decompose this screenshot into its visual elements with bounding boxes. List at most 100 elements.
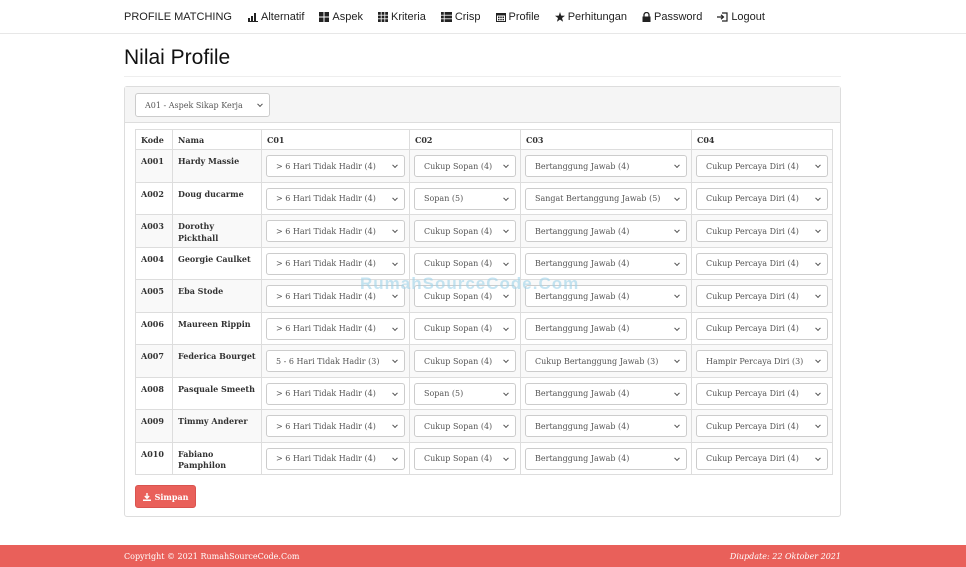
chevron-down-icon	[815, 389, 821, 396]
c01-select-value: > 6 Hari Tidak Hadir (4)	[276, 161, 376, 171]
c04-select[interactable]: Cukup Percaya Diri (4)	[696, 447, 828, 470]
cell-kode: A001	[135, 149, 173, 183]
nav-item-aspek[interactable]: Aspek	[319, 11, 363, 23]
c02-select[interactable]: Cukup Sopan (4)	[414, 415, 516, 437]
c03-select[interactable]: Bertanggung Jawab (4)	[525, 415, 687, 437]
cell-c03: Bertanggung Jawab (4)	[520, 149, 692, 183]
c02-select[interactable]: Cukup Sopan (4)	[414, 350, 516, 372]
c01-select[interactable]: > 6 Hari Tidak Hadir (4)	[266, 382, 405, 405]
c04-select[interactable]: Cukup Percaya Diri (4)	[696, 252, 828, 275]
logout-icon	[717, 11, 728, 22]
c01-select[interactable]: > 6 Hari Tidak Hadir (4)	[266, 415, 405, 437]
cell-c04: Cukup Percaya Diri (4)	[691, 279, 833, 313]
chevron-down-icon	[503, 422, 509, 429]
c03-select[interactable]: Bertanggung Jawab (4)	[525, 382, 687, 405]
aspek-select[interactable]: A01 - Aspek Sikap Kerja	[135, 93, 270, 117]
nav-item-profile[interactable]: Profile	[495, 11, 540, 23]
c02-select[interactable]: Cukup Sopan (4)	[414, 220, 516, 242]
chevron-down-icon	[815, 454, 821, 461]
save-button-label: Simpan	[154, 491, 189, 502]
cell-nama: Timmy Anderer	[172, 409, 262, 443]
chevron-down-icon	[815, 259, 821, 266]
c04-select[interactable]: Cukup Percaya Diri (4)	[696, 155, 828, 177]
footer-updated: Diupdate: 22 Oktober 2021	[729, 552, 841, 561]
cell-c02: Cukup Sopan (4)	[409, 214, 521, 248]
bar-chart-icon	[247, 12, 258, 22]
star-icon	[554, 11, 565, 22]
c03-select[interactable]: Cukup Bertanggung Jawab (3)	[525, 350, 687, 372]
c01-select-value: > 6 Hari Tidak Hadir (4)	[276, 324, 376, 333]
cell-c03: Cukup Bertanggung Jawab (3)	[520, 344, 692, 378]
c03-select[interactable]: Bertanggung Jawab (4)	[525, 447, 687, 470]
c03-select-value: Bertanggung Jawab (4)	[535, 161, 630, 171]
cell-c04: Cukup Percaya Diri (4)	[691, 409, 833, 443]
chevron-down-icon	[503, 389, 509, 396]
table-row: A009 Timmy Anderer > 6 Hari Tidak Hadir (4…	[135, 409, 833, 443]
c01-select[interactable]: > 6 Hari Tidak Hadir (4)	[266, 317, 405, 340]
c01-select[interactable]: > 6 Hari Tidak Hadir (4)	[266, 155, 405, 177]
c01-select[interactable]: 5 - 6 Hari Tidak Hadir (3)	[266, 350, 405, 372]
save-button[interactable]: Simpan	[135, 485, 196, 508]
c03-select-value: Bertanggung Jawab (4)	[535, 226, 630, 236]
c04-select[interactable]: Cukup Percaya Diri (4)	[696, 382, 828, 405]
chevron-down-icon	[674, 162, 680, 169]
download-icon	[142, 492, 151, 501]
cell-nama: Fabiano Pamphilon	[172, 441, 262, 475]
c04-select[interactable]: Cukup Percaya Diri (4)	[696, 187, 828, 210]
cell-c03: Bertanggung Jawab (4)	[520, 311, 692, 345]
chevron-down-icon	[674, 454, 680, 461]
c04-select[interactable]: Cukup Percaya Diri (4)	[696, 415, 828, 437]
c02-select[interactable]: Cukup Sopan (4)	[414, 155, 516, 177]
cell-c03: Bertanggung Jawab (4)	[520, 376, 692, 410]
chevron-down-icon	[815, 324, 821, 331]
c04-select[interactable]: Cukup Percaya Diri (4)	[696, 220, 828, 242]
cell-kode: A002	[135, 181, 173, 215]
chevron-down-icon	[815, 227, 821, 234]
nav-item-kriteria[interactable]: Kriteria	[377, 11, 426, 23]
c03-select[interactable]: Bertanggung Jawab (4)	[525, 317, 687, 340]
nav-item-perhitungan[interactable]: Perhitungan	[554, 10, 628, 23]
c03-select[interactable]: Bertanggung Jawab (4)	[525, 220, 687, 242]
c02-select[interactable]: Cukup Sopan (4)	[414, 252, 516, 275]
footer-copyright: Copyright © 2021 RumahSourceCode.Com	[124, 552, 300, 561]
c03-select[interactable]: Bertanggung Jawab (4)	[525, 252, 687, 275]
c04-select[interactable]: Cukup Percaya Diri (4)	[696, 317, 828, 340]
chevron-down-icon	[392, 227, 398, 234]
c02-select[interactable]: Sopan (5)	[414, 187, 516, 210]
cell-c01: > 6 Hari Tidak Hadir (4)	[261, 441, 410, 475]
cell-c03: Bertanggung Jawab (4)	[520, 214, 692, 248]
c01-select-value: > 6 Hari Tidak Hadir (4)	[276, 194, 376, 203]
c01-select-value: > 6 Hari Tidak Hadir (4)	[276, 226, 376, 236]
c01-select[interactable]: > 6 Hari Tidak Hadir (4)	[266, 220, 405, 242]
c03-select[interactable]: Sangat Bertanggung Jawab (5)	[525, 187, 687, 210]
c02-select[interactable]: Cukup Sopan (4)	[414, 447, 516, 470]
cell-c01: > 6 Hari Tidak Hadir (4)	[261, 409, 410, 443]
c04-select[interactable]: Cukup Percaya Diri (4)	[696, 285, 828, 307]
c01-select[interactable]: > 6 Hari Tidak Hadir (4)	[266, 447, 405, 470]
chevron-down-icon	[392, 324, 398, 331]
c01-select[interactable]: > 6 Hari Tidak Hadir (4)	[266, 187, 405, 210]
chevron-down-icon	[674, 422, 680, 429]
nav-item-crisp[interactable]: Crisp	[440, 11, 481, 23]
nav-item-password[interactable]: Password	[642, 11, 702, 23]
c04-select[interactable]: Hampir Percaya Diri (3)	[696, 350, 828, 372]
cell-nama: Georgie Caulket	[172, 246, 262, 280]
col-header-kode: Kode	[135, 129, 173, 150]
c04-select-value: Cukup Percaya Diri (4)	[706, 389, 799, 398]
nav-item-alternatif[interactable]: Alternatif	[247, 11, 304, 23]
navbar-brand[interactable]: PROFILE MATCHING	[124, 11, 232, 23]
c02-select-value: Cukup Sopan (4)	[424, 324, 493, 333]
chevron-down-icon	[392, 194, 398, 201]
c03-select[interactable]: Bertanggung Jawab (4)	[525, 155, 687, 177]
c02-select[interactable]: Cukup Sopan (4)	[414, 317, 516, 340]
nav-item-logout[interactable]: Logout	[717, 11, 765, 23]
cell-c04: Cukup Percaya Diri (4)	[691, 214, 833, 248]
nav-item-label: Perhitungan	[567, 10, 628, 23]
chevron-down-icon	[815, 422, 821, 429]
cell-c02: Cukup Sopan (4)	[409, 311, 521, 345]
c02-select[interactable]: Sopan (5)	[414, 382, 516, 405]
c02-select-value: Cukup Sopan (4)	[424, 356, 493, 366]
c01-select-value: > 6 Hari Tidak Hadir (4)	[276, 259, 376, 268]
c01-select[interactable]: > 6 Hari Tidak Hadir (4)	[266, 252, 405, 275]
nav-item-label: Password	[654, 10, 703, 23]
